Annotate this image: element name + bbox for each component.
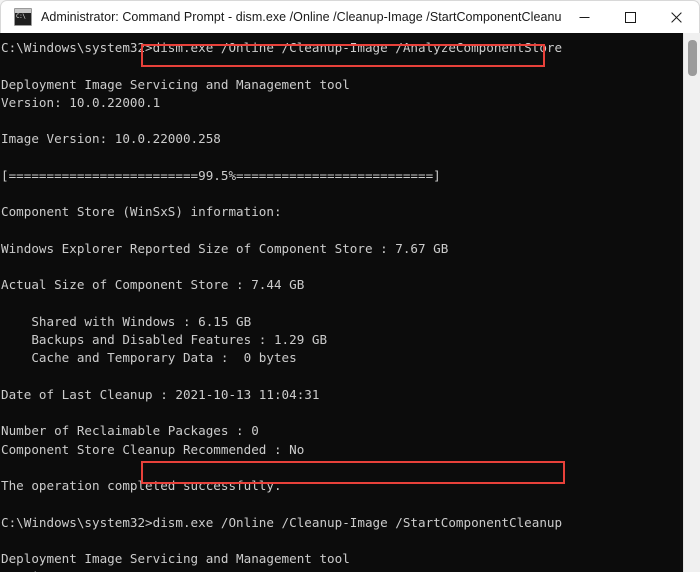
maximize-icon <box>624 11 636 23</box>
title-bar[interactable]: C:\ Administrator: Command Prompt - dism… <box>0 0 700 33</box>
console-output-area[interactable]: C:\Windows\system32>dism.exe /Online /Cl… <box>0 33 700 572</box>
command-prompt-icon: C:\ <box>14 8 32 26</box>
minimize-icon <box>579 12 590 23</box>
minimize-button[interactable] <box>561 1 607 33</box>
command-prompt-window: C:\ Administrator: Command Prompt - dism… <box>0 0 700 572</box>
command-prompt-icon-glyph: C:\ <box>16 13 26 20</box>
vertical-scrollbar[interactable] <box>683 33 700 572</box>
window-title: Administrator: Command Prompt - dism.exe… <box>41 10 561 24</box>
close-icon <box>670 11 682 23</box>
scrollbar-thumb[interactable] <box>688 40 697 76</box>
close-button[interactable] <box>653 1 699 33</box>
maximize-button[interactable] <box>607 1 653 33</box>
console-text-buffer: C:\Windows\system32>dism.exe /Online /Cl… <box>1 40 563 572</box>
